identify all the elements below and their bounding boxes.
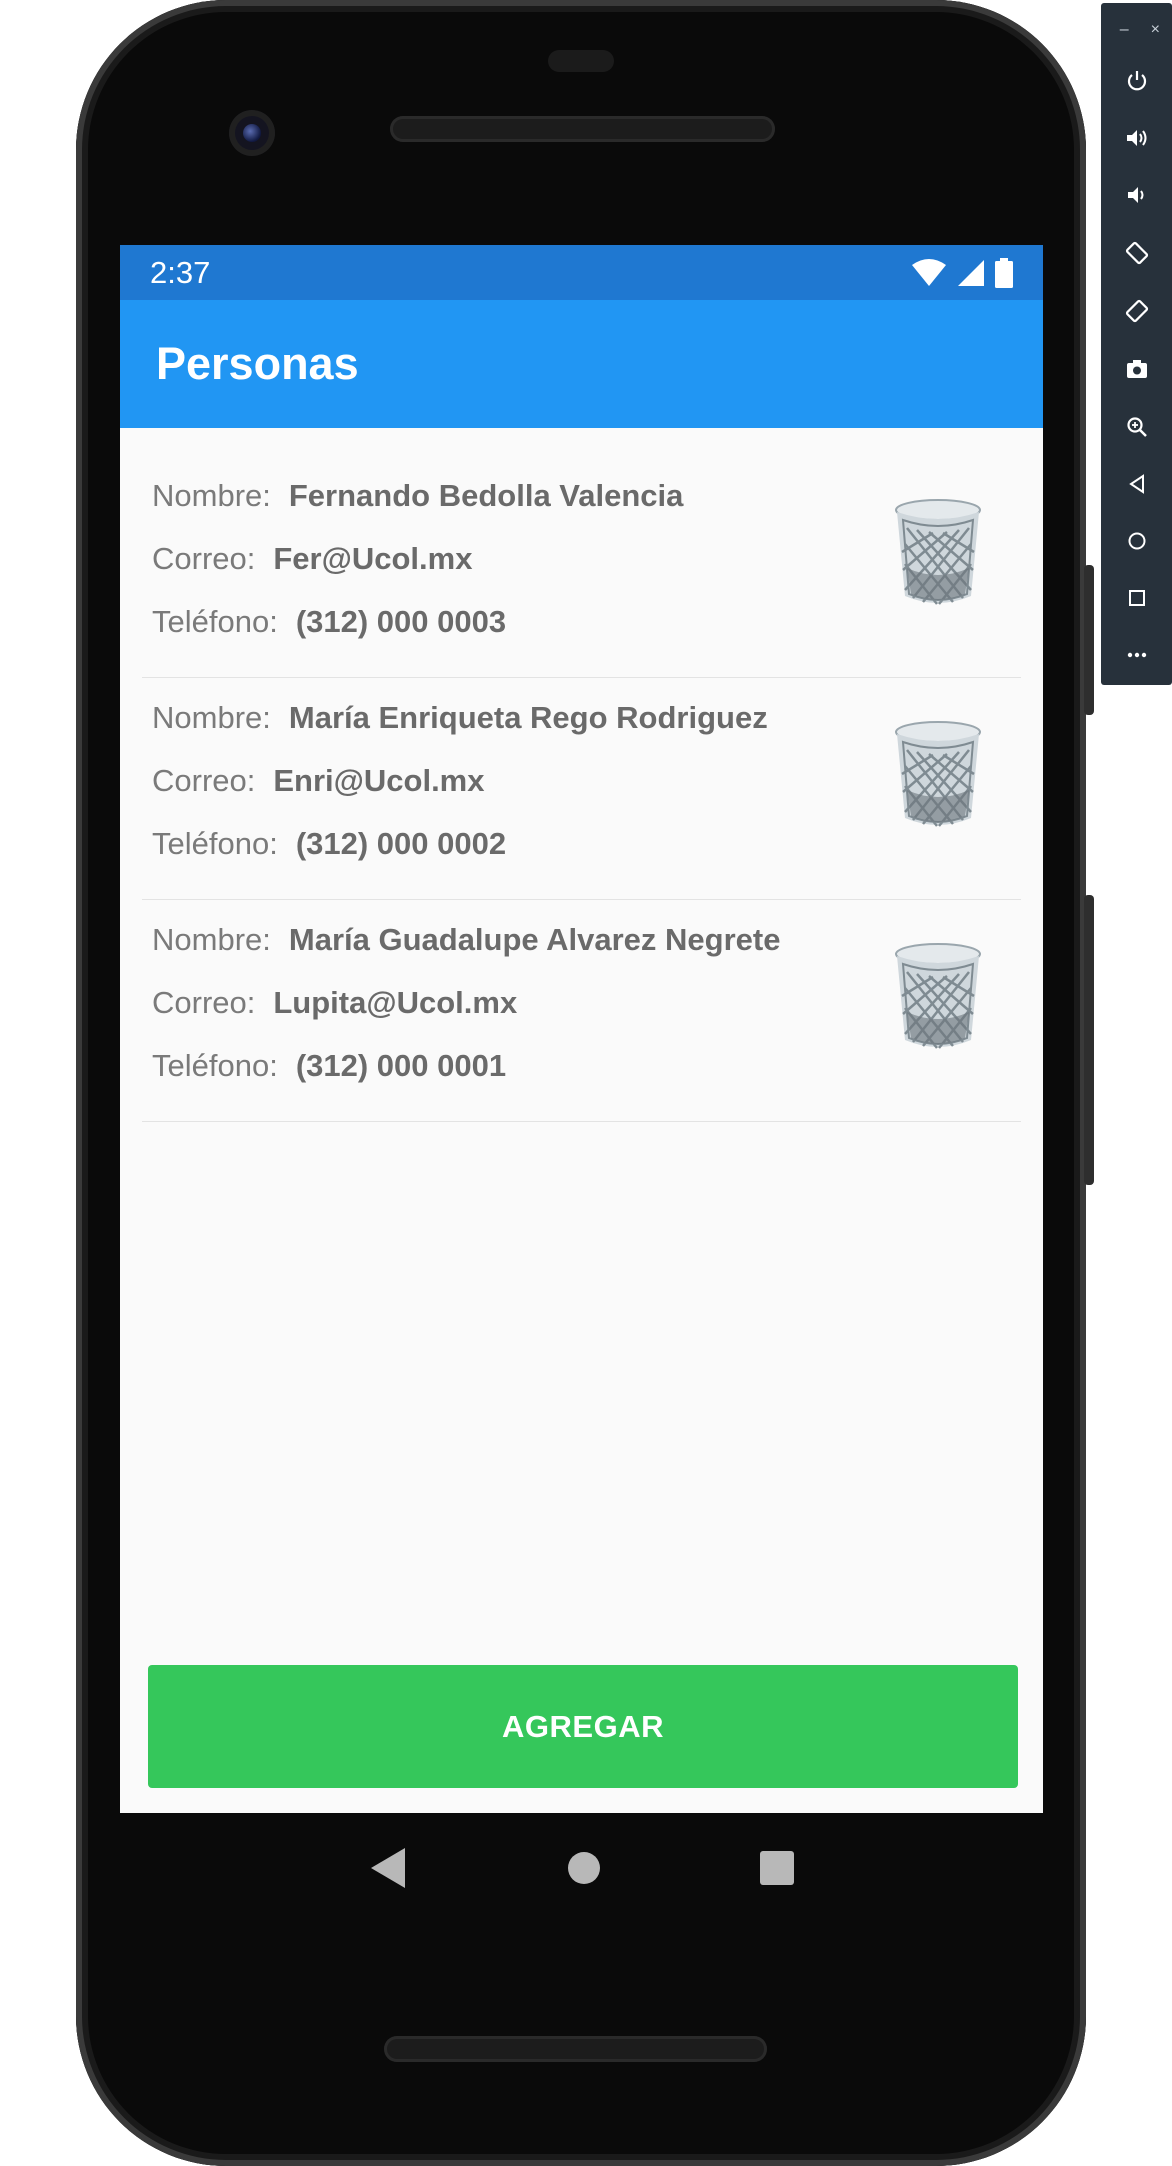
email-value: Enri@Ucol.mx xyxy=(273,763,485,798)
phone-value: (312) 000 0002 xyxy=(295,826,507,861)
rotate-right-button[interactable] xyxy=(1101,291,1172,331)
phone-label: Teléfono: xyxy=(152,826,278,861)
battery-icon xyxy=(995,257,1013,288)
name-label: Nombre: xyxy=(152,922,271,957)
person-row[interactable]: Nombre: Fernando Bedolla Valencia Correo:… xyxy=(142,456,1021,678)
email-field: Correo: Lupita@Ucol.mx xyxy=(152,985,517,1021)
more-icon xyxy=(1127,652,1146,658)
volume-up-button[interactable] xyxy=(1101,118,1172,158)
phone-field: Teléfono: (312) 000 0001 xyxy=(152,1048,506,1084)
power-icon xyxy=(1127,71,1146,91)
home-icon xyxy=(1128,532,1145,550)
more-button[interactable] xyxy=(1101,635,1172,675)
back-icon xyxy=(1128,474,1144,494)
email-label: Correo: xyxy=(152,985,256,1020)
front-camera xyxy=(229,110,275,156)
home-button[interactable] xyxy=(1101,521,1172,561)
trash-icon[interactable] xyxy=(893,498,983,606)
name-label: Nombre: xyxy=(152,700,271,735)
name-value: María Guadalupe Alvarez Negrete xyxy=(288,922,781,957)
top-speaker xyxy=(390,116,775,142)
device-screen: 2:37 Personas Nombre: Fernando Bedolla Va… xyxy=(120,245,1043,1813)
email-label: Correo: xyxy=(152,541,256,576)
phone-field: Teléfono: (312) 000 0002 xyxy=(152,826,506,862)
home-icon[interactable] xyxy=(566,1850,602,1886)
recents-icon[interactable] xyxy=(759,1850,795,1886)
name-field: Nombre: María Enriqueta Rego Rodriguez xyxy=(152,700,768,736)
phone-volume-key xyxy=(1084,895,1094,1185)
overview-icon xyxy=(1128,590,1145,606)
bottom-speaker xyxy=(384,2036,767,2062)
wifi-icon xyxy=(912,258,946,286)
add-button[interactable]: AGREGAR xyxy=(148,1665,1018,1788)
camera-icon xyxy=(1126,360,1147,378)
person-list: Nombre: Fernando Bedolla Valencia Correo:… xyxy=(120,456,1043,1122)
phone-value: (312) 000 0003 xyxy=(295,604,507,639)
phone-label: Teléfono: xyxy=(152,1048,278,1083)
phone-power-key xyxy=(1084,565,1094,715)
window-controls: – × xyxy=(1101,3,1172,41)
rotate-left-button[interactable] xyxy=(1101,233,1172,273)
emulator-toolbar: – × xyxy=(1101,3,1172,685)
phone-label: Teléfono: xyxy=(152,604,278,639)
status-time: 2:37 xyxy=(150,254,211,290)
signal-icon xyxy=(958,259,984,286)
zoom-button[interactable] xyxy=(1101,407,1172,447)
rotate-left-icon xyxy=(1125,241,1148,265)
trash-icon[interactable] xyxy=(893,942,983,1050)
back-icon[interactable] xyxy=(369,1846,409,1890)
volume-down-button[interactable] xyxy=(1101,175,1172,215)
overview-button[interactable] xyxy=(1101,578,1172,618)
emulator-window: 2:37 Personas Nombre: Fernando Bedolla Va… xyxy=(0,0,1172,2166)
navigation-bar xyxy=(120,1813,1043,1923)
volume-up-icon xyxy=(1126,130,1146,146)
trash-icon[interactable] xyxy=(893,720,983,828)
name-field: Nombre: Fernando Bedolla Valencia xyxy=(152,478,683,514)
close-icon[interactable]: × xyxy=(1151,21,1160,41)
volume-down-icon xyxy=(1127,187,1143,203)
phone-field: Teléfono: (312) 000 0003 xyxy=(152,604,506,640)
proximity-sensor xyxy=(548,50,614,72)
status-icons xyxy=(911,257,1013,288)
minimize-icon[interactable]: – xyxy=(1120,21,1129,41)
zoom-icon xyxy=(1126,417,1147,437)
power-button[interactable] xyxy=(1101,61,1172,101)
screenshot-button[interactable] xyxy=(1101,349,1172,389)
name-value: María Enriqueta Rego Rodriguez xyxy=(288,700,768,735)
email-value: Fer@Ucol.mx xyxy=(273,541,473,576)
back-button[interactable] xyxy=(1101,464,1172,504)
phone-value: (312) 000 0001 xyxy=(295,1048,507,1083)
person-row[interactable]: Nombre: María Enriqueta Rego Rodriguez Co… xyxy=(142,678,1021,900)
status-bar: 2:37 xyxy=(120,245,1043,300)
name-field: Nombre: María Guadalupe Alvarez Negrete xyxy=(152,922,780,958)
name-value: Fernando Bedolla Valencia xyxy=(288,478,684,513)
page-title: Personas xyxy=(156,338,359,389)
name-label: Nombre: xyxy=(152,478,271,513)
email-field: Correo: Enri@Ucol.mx xyxy=(152,763,485,799)
email-value: Lupita@Ucol.mx xyxy=(273,985,518,1020)
email-field: Correo: Fer@Ucol.mx xyxy=(152,541,472,577)
rotate-right-icon xyxy=(1125,299,1148,323)
person-row[interactable]: Nombre: María Guadalupe Alvarez Negrete C… xyxy=(142,900,1021,1122)
email-label: Correo: xyxy=(152,763,256,798)
app-bar: Personas xyxy=(120,300,1043,428)
